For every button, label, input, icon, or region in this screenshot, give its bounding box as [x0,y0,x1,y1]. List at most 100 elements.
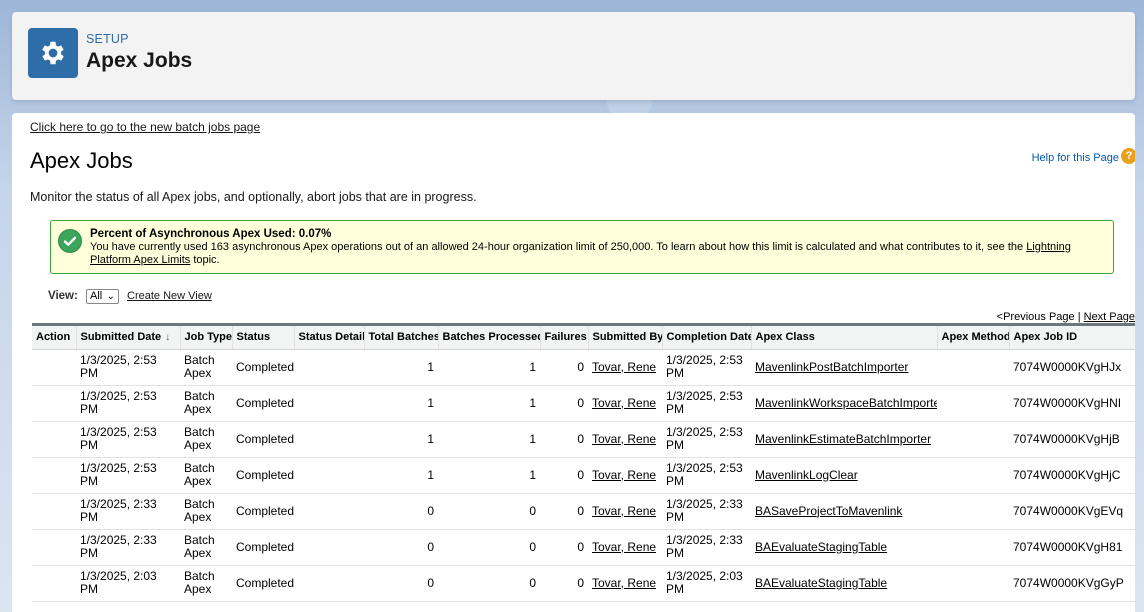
cell-action [32,529,76,566]
cell-apex-class: BAEvaluateStagingTable [751,565,937,602]
cell-apex-method [937,349,1009,386]
main-content: Click here to go to the new batch jobs p… [12,113,1135,612]
cell-apex-class-link[interactable]: BASaveProjectToMavenlink [755,504,902,518]
cell-apex-method [937,421,1009,458]
cell-failures: 0 [540,457,588,494]
previous-page-link[interactable]: <Previous Page [997,311,1075,323]
cell-status: Completed [232,349,294,386]
cell-failures: 0 [540,565,588,602]
cell-apex-job-id: 7074W0000KVgHjC [1009,457,1135,494]
cell-batches-processed: 0 [438,529,540,566]
cell-submitted-by: Tovar, Rene [588,421,662,458]
cell-job-type: Batch Apex [180,493,232,530]
cell-status: Completed [232,493,294,530]
cell-apex-class: MavenlinkLogClear [751,457,937,494]
header-eyebrow: SETUP [86,32,129,46]
table-row: 1/3/2025, 2:53 PM Batch Apex Completed 1 1 0 To… [32,421,1135,458]
cell-job-type: Batch Apex [180,421,232,458]
cell-completion-date-line2: PM [666,438,684,452]
cell-failures: 0 [540,529,588,566]
cell-job-type: Batch Apex [180,385,232,422]
cell-status-detail [294,529,364,566]
col-status[interactable]: Status [232,326,295,350]
async-apex-usage-alert: Percent of Asynchronous Apex Used: 0.07%… [50,220,1114,274]
cell-submitted-by-link[interactable]: Tovar, Rene [592,360,656,374]
cell-submitted-date: 1/3/2025, 2:53 PM [76,457,180,494]
new-batch-jobs-link[interactable]: Click here to go to the new batch jobs p… [30,120,260,134]
cell-apex-job-id: 7074W0000KVgHJx [1009,349,1135,386]
view-select[interactable]: All ⌄ [86,289,119,304]
cell-completion-date: 1/3/2025, 2:53 PM [662,385,751,422]
cell-submitted-by: Tovar, Rene [588,385,662,422]
cell-apex-job-id: 7074W0000KVgHjB [1009,421,1135,458]
create-new-view-link[interactable]: Create New View [127,290,212,302]
col-batches-processed[interactable]: Batches Processed [438,326,541,350]
cell-apex-class: MavenlinkEstimateBatchImporter [751,421,937,458]
cell-apex-class: MavenlinkPostBatchImporter [751,349,937,386]
cell-apex-class-link[interactable]: BAEvaluateStagingTable [755,576,887,590]
cell-job-type-line2: Apex [184,366,212,380]
col-apex-class[interactable]: Apex Class [751,326,938,350]
cell-batches-processed: 0 [438,493,540,530]
cell-job-type: Batch Apex [180,565,232,602]
cell-submitted-by-link[interactable]: Tovar, Rene [592,396,656,410]
cell-submitted-by-link[interactable]: Tovar, Rene [592,504,656,518]
cell-status: Completed [232,565,294,602]
cell-completion-date-line2: PM [666,546,684,560]
alert-text-body: You have currently used 163 asynchronous… [90,241,1027,253]
alert-text-tail: topic. [190,254,220,266]
cell-action [32,385,76,422]
cell-submitted-by-link[interactable]: Tovar, Rene [592,576,656,590]
cell-status-detail [294,457,364,494]
cell-completion-date: 1/3/2025, 2:03 PM [662,565,751,602]
col-submitted-by[interactable]: Submitted By [588,326,663,350]
col-failures[interactable]: Failures [540,326,589,350]
cell-submitted-by-link[interactable]: Tovar, Rene [592,540,656,554]
cell-batches-processed: 1 [438,349,540,386]
help-icon[interactable]: ? [1121,148,1135,164]
cell-apex-job-id: 7074W0000KVgH81 [1009,529,1135,566]
cell-status: Completed [232,529,294,566]
cell-submitted-by: Tovar, Rene [588,349,662,386]
cell-completion-date-line2: PM [666,402,684,416]
next-page-link[interactable]: Next Page [1084,311,1135,323]
cell-submitted-date: 1/3/2025, 2:53 PM [76,421,180,458]
cell-total-batches: 1 [364,421,438,458]
col-job-type[interactable]: Job Type [180,326,233,350]
page-title: Apex Jobs [30,148,133,173]
table-header-row: Action Submitted Date ↓ Job Type Status S… [32,326,1135,350]
cell-completion-date: 1/3/2025, 2:53 PM [662,421,751,458]
cell-submitted-by: Tovar, Rene [588,457,662,494]
cell-apex-class-link[interactable]: MavenlinkPostBatchImporter [755,360,908,374]
cell-action [32,493,76,530]
pager-separator: | [1074,311,1084,323]
cell-apex-method [937,565,1009,602]
col-action: Action [32,326,77,350]
cell-status-detail [294,385,364,422]
col-completion-date[interactable]: Completion Date [662,326,752,350]
table-row: 1/3/2025, 2:53 PM Batch Apex Completed 1 1 0 To… [32,457,1135,494]
table-body: 1/3/2025, 2:53 PM Batch Apex Completed 1 1 0 To… [32,349,1135,602]
cell-submitted-by-link[interactable]: Tovar, Rene [592,432,656,446]
cell-submitted-by: Tovar, Rene [588,565,662,602]
col-status-detail[interactable]: Status Detail [294,326,365,350]
table-row: 1/3/2025, 2:53 PM Batch Apex Completed 1 1 0 To… [32,349,1135,386]
cell-failures: 0 [540,493,588,530]
help-for-page-link[interactable]: Help for this Page [1032,152,1119,164]
cell-apex-class-link[interactable]: MavenlinkLogClear [755,468,858,482]
cell-apex-class: BASaveProjectToMavenlink [751,493,937,530]
cell-apex-class-link[interactable]: MavenlinkWorkspaceBatchImporter [755,396,937,410]
cell-apex-job-id: 7074W0000KVgEVq [1009,493,1135,530]
cell-submitted-by-link[interactable]: Tovar, Rene [592,468,656,482]
cell-failures: 0 [540,349,588,386]
table-row: 1/3/2025, 2:33 PM Batch Apex Completed 0 0 0 To… [32,529,1135,566]
col-apex-job-id[interactable]: Apex Job ID [1009,326,1135,350]
col-apex-method[interactable]: Apex Method [937,326,1010,350]
cell-apex-class-link[interactable]: BAEvaluateStagingTable [755,540,887,554]
cell-action [32,457,76,494]
cell-apex-class-link[interactable]: MavenlinkEstimateBatchImporter [755,432,931,446]
col-total-batches[interactable]: Total Batches [364,326,439,350]
header-title: Apex Jobs [86,49,193,72]
col-submitted-date[interactable]: Submitted Date ↓ [76,326,181,350]
cell-job-type-line2: Apex [184,546,212,560]
